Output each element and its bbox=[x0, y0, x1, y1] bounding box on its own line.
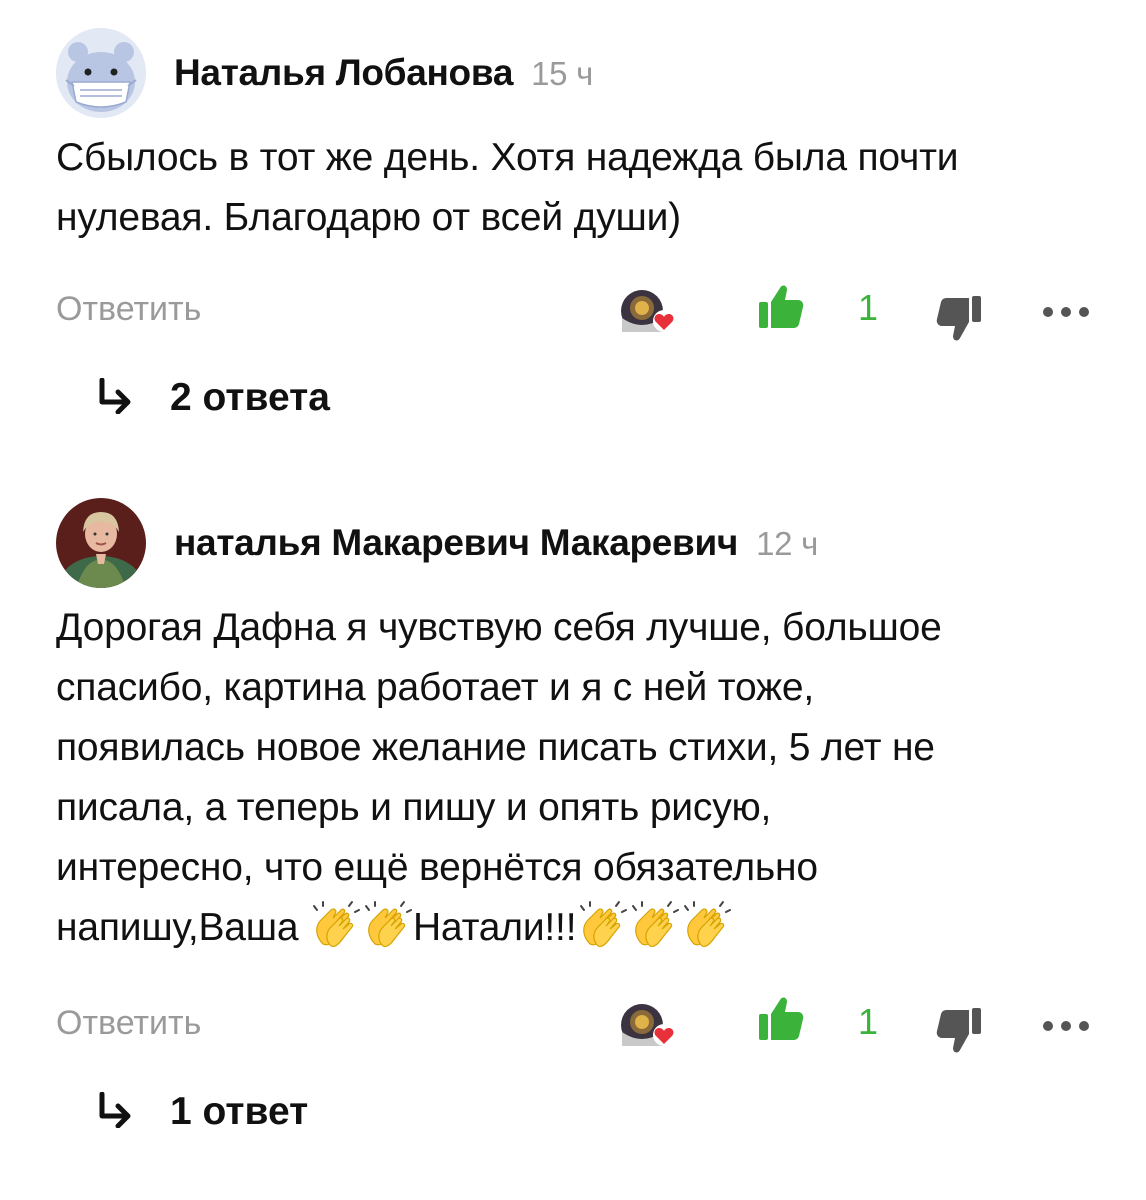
show-replies-button[interactable]: 2 ответа bbox=[96, 376, 330, 420]
reacted-avatar-heart-icon[interactable] bbox=[620, 288, 676, 334]
thumbs-down-icon[interactable] bbox=[936, 294, 984, 344]
clapping-hands-icon bbox=[576, 900, 628, 952]
reply-arrow-icon bbox=[96, 1092, 136, 1128]
comment-time: 12 ч bbox=[756, 525, 818, 562]
reply-arrow-icon bbox=[96, 378, 136, 414]
replies-count[interactable]: 2 ответа bbox=[170, 376, 330, 419]
more-dots-icon[interactable] bbox=[1040, 1016, 1092, 1036]
reacted-avatar-heart-icon[interactable] bbox=[620, 1002, 676, 1048]
comment-text-line: появилась новое желание писать стихи, 5 … bbox=[56, 726, 935, 769]
comment-author[interactable]: Наталья Лобанова 15 ч bbox=[174, 52, 593, 94]
thumbs-up-icon[interactable] bbox=[756, 994, 804, 1042]
like-count: 1 bbox=[858, 287, 879, 328]
thumbs-down-icon[interactable] bbox=[936, 1006, 984, 1056]
comment-text-line: нулевая. Благодарю от всей души) bbox=[56, 196, 681, 239]
comment-time: 15 ч bbox=[531, 55, 593, 92]
avatar[interactable] bbox=[56, 498, 146, 588]
author-name[interactable]: наталья Макаревич Макаревич bbox=[174, 522, 738, 563]
comment-text-line: Дорогая Дафна я чувствую себя лучше, бол… bbox=[56, 606, 942, 649]
comment-text-line: спасибо, картина работает и я с ней тоже… bbox=[56, 666, 815, 709]
comment-text-line: Сбылось в тот же день. Хотя надежда была… bbox=[56, 136, 959, 179]
clapping-hands-icon bbox=[309, 900, 361, 952]
comment-text-segment: напишу,Ваша bbox=[56, 906, 309, 949]
avatar[interactable] bbox=[56, 28, 146, 118]
clapping-hands-icon bbox=[361, 900, 413, 952]
thumbs-up-icon[interactable] bbox=[756, 282, 804, 330]
replies-count[interactable]: 1 ответ bbox=[170, 1090, 308, 1133]
clapping-hands-icon bbox=[680, 900, 732, 952]
show-replies-button[interactable]: 1 ответ bbox=[96, 1090, 308, 1134]
like-count: 1 bbox=[858, 1001, 879, 1042]
comment-text-line: интересно, что ещё вернётся обязательно bbox=[56, 846, 818, 889]
reply-button[interactable]: Ответить bbox=[56, 290, 201, 329]
author-name[interactable]: Наталья Лобанова bbox=[174, 52, 513, 93]
comment-text-line-last: напишу,Ваша Натали!!! bbox=[56, 898, 1096, 958]
comment-text: Сбылось в тот же день. Хотя надежда была… bbox=[56, 128, 1096, 248]
comment-text-line: писала, а теперь и пишу и опять рисую, bbox=[56, 786, 772, 829]
reply-button[interactable]: Ответить bbox=[56, 1004, 201, 1043]
more-dots-icon[interactable] bbox=[1040, 302, 1092, 322]
clapping-hands-icon bbox=[628, 900, 680, 952]
comment-author[interactable]: наталья Макаревич Макаревич 12 ч bbox=[174, 522, 818, 564]
bear-in-mask-avatar-icon bbox=[56, 28, 146, 118]
comment-text-segment: Натали!!! bbox=[412, 906, 577, 949]
woman-portrait-avatar-icon bbox=[56, 498, 146, 588]
comment-text: Дорогая Дафна я чувствую себя лучше, бол… bbox=[56, 598, 1096, 958]
